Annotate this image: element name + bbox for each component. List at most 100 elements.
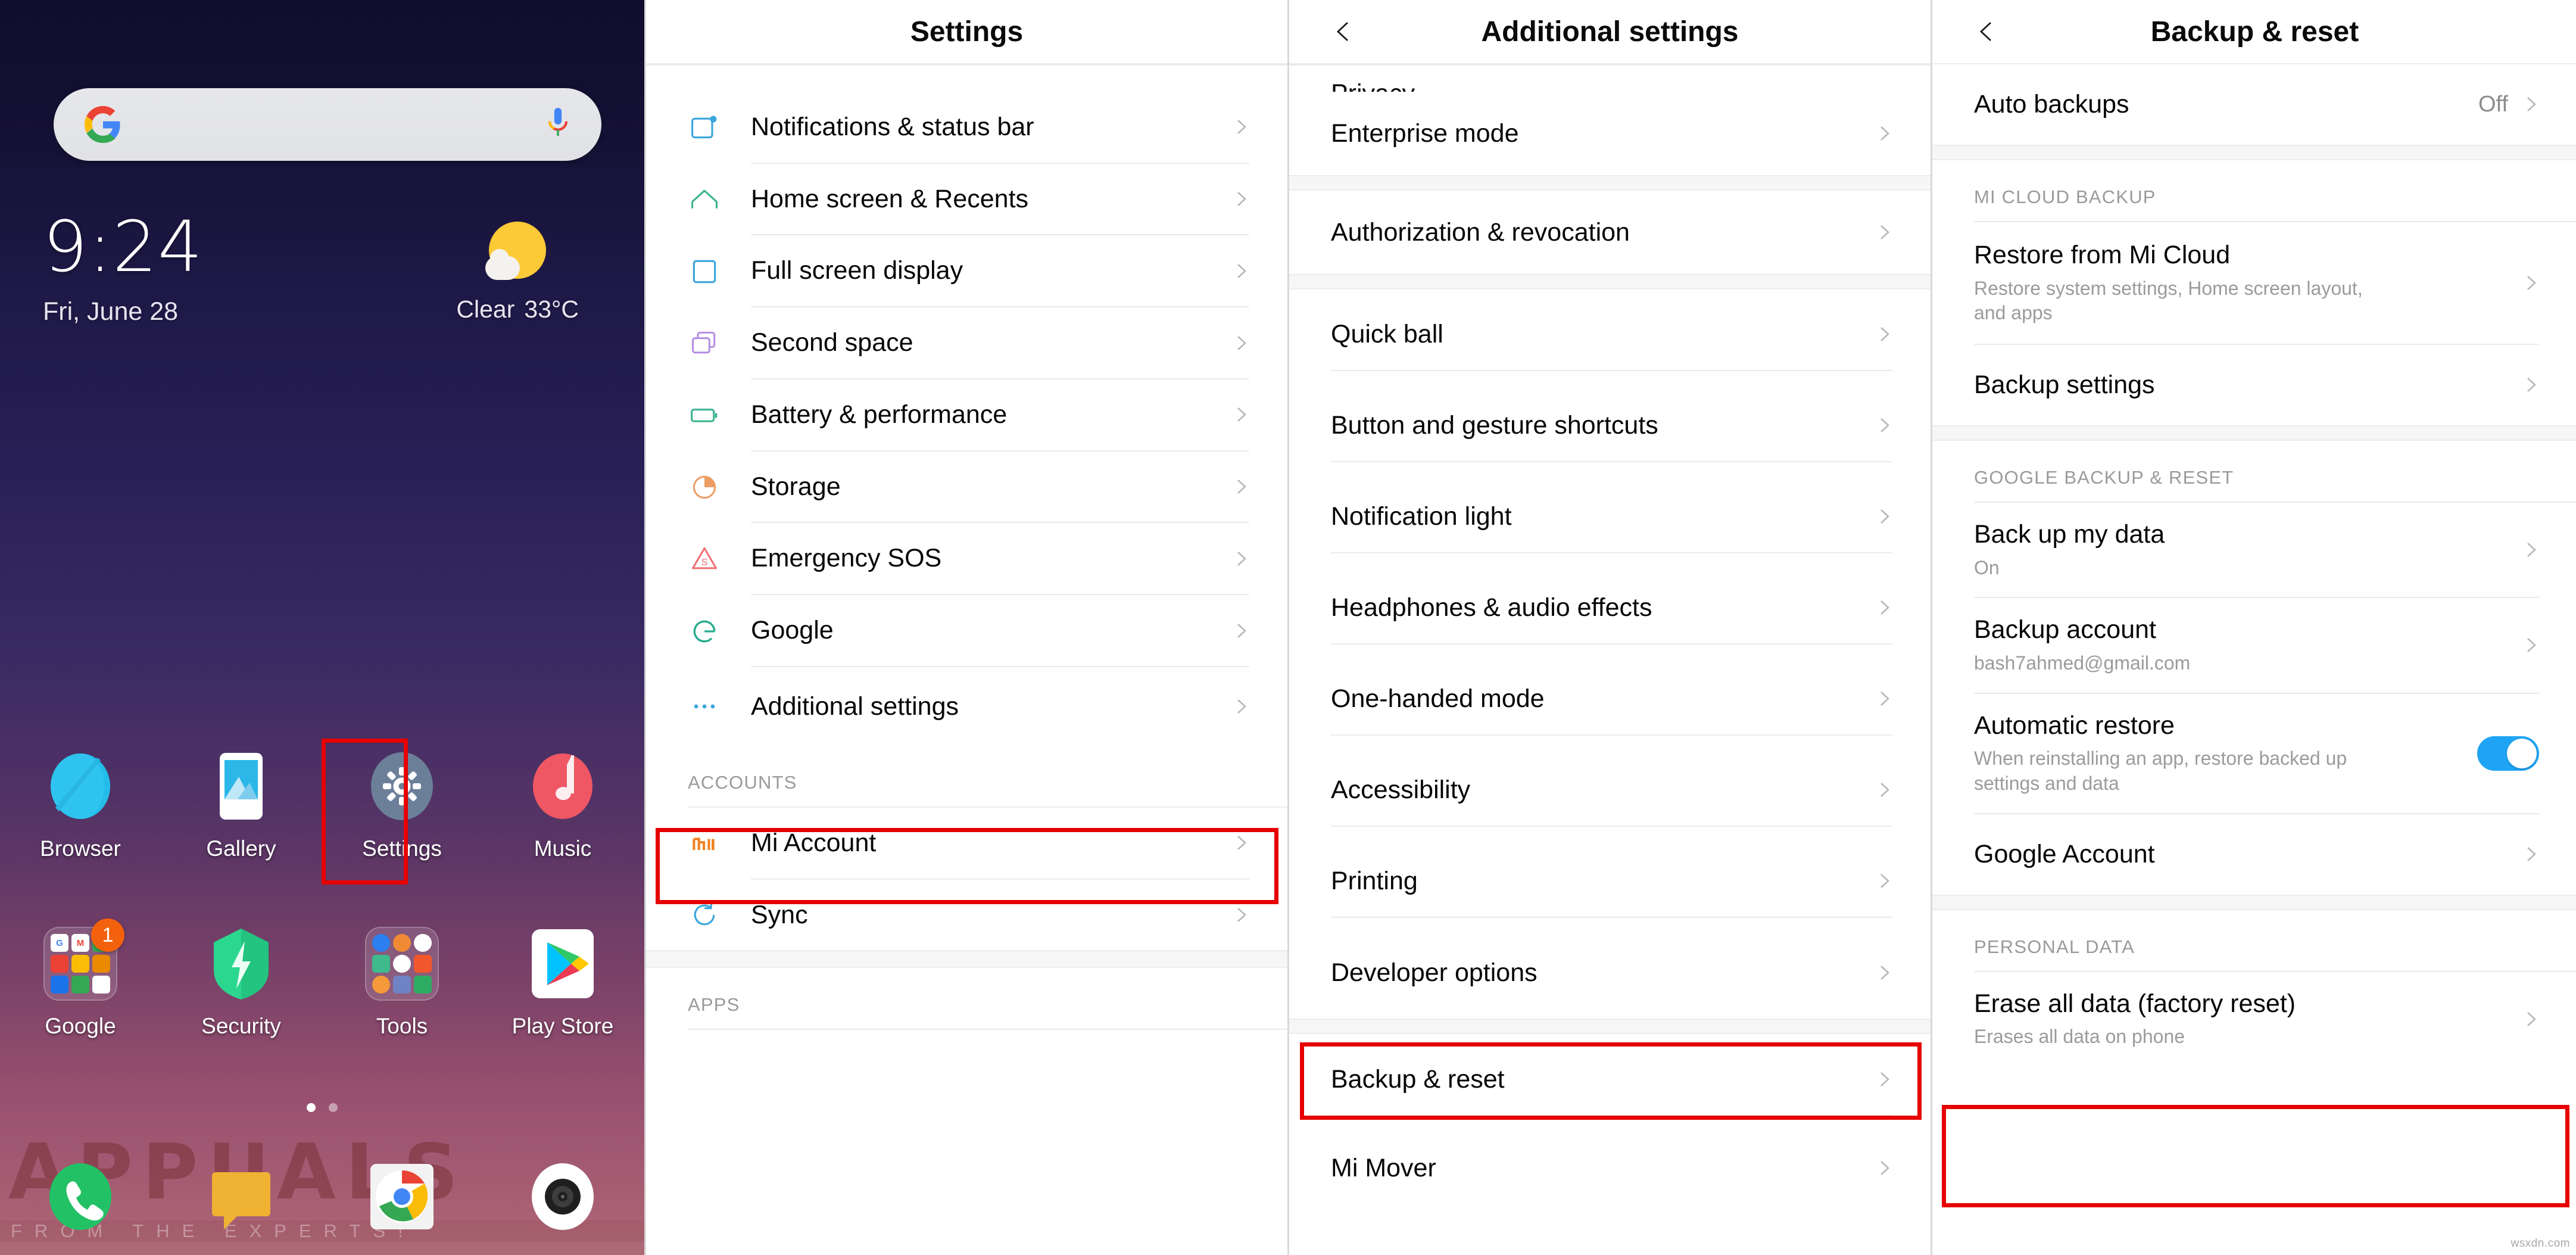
messaging-icon[interactable] xyxy=(206,1161,276,1232)
row-google-account[interactable]: Google Account xyxy=(1932,814,2576,895)
chevron-right-icon xyxy=(1237,836,1246,851)
row-quick-ball[interactable]: Quick ball xyxy=(1289,289,1931,381)
weather-condition: Clear xyxy=(456,295,515,323)
row-subtitle: bash7ahmed@gmail.com xyxy=(1974,652,2191,674)
camera-icon[interactable] xyxy=(528,1161,598,1232)
row-back-up-my-data[interactable]: Back up my data On xyxy=(1932,502,2576,599)
chrome-icon[interactable] xyxy=(367,1161,437,1232)
app-label: Browser xyxy=(40,836,121,861)
page-dot-1[interactable] xyxy=(307,1103,316,1112)
row-authorization-revocation[interactable]: Authorization & revocation xyxy=(1289,191,1931,274)
row-notification-light[interactable]: Notification light xyxy=(1289,472,1931,563)
app-browser[interactable]: Browser xyxy=(0,749,161,861)
row-label: Authorization & revocation xyxy=(1331,217,1630,247)
dock-camera[interactable] xyxy=(482,1161,643,1232)
dock-messaging[interactable] xyxy=(161,1161,322,1232)
row-label: Quick ball xyxy=(1331,320,1443,349)
chevron-right-icon xyxy=(1237,908,1246,922)
security-shield-icon[interactable] xyxy=(204,927,278,1001)
app-settings[interactable]: Settings xyxy=(322,749,482,861)
google-folder-icon[interactable]: G M 1 xyxy=(43,918,124,1001)
row-developer-options[interactable]: Developer options xyxy=(1289,927,1931,1019)
tools-folder-icon[interactable] xyxy=(365,927,439,1001)
weather-widget[interactable]: Clear 33°C xyxy=(456,222,579,323)
mi-logo-icon xyxy=(688,827,721,860)
sidebar-item-full-screen[interactable]: Full screen display xyxy=(646,235,1287,308)
chevron-right-icon xyxy=(2527,543,2536,558)
row-restore-from-mi-cloud[interactable]: Restore from Mi Cloud Restore system set… xyxy=(1932,222,2576,345)
sidebar-item-notifications[interactable]: Notifications & status bar xyxy=(646,92,1287,164)
chevron-right-icon xyxy=(1880,327,1889,342)
row-subtitle: On xyxy=(1974,556,2000,578)
chevron-right-icon xyxy=(1880,966,1889,980)
row-backup-reset[interactable]: Backup & reset xyxy=(1289,1034,1931,1126)
chevron-right-icon xyxy=(1880,1072,1889,1087)
section-divider xyxy=(1932,894,2576,910)
app-label: Settings xyxy=(362,836,442,861)
app-tools-folder[interactable]: Tools xyxy=(322,927,482,1039)
google-search-bar[interactable] xyxy=(54,88,601,161)
app-music[interactable]: Music xyxy=(482,749,643,861)
row-accessibility[interactable]: Accessibility xyxy=(1289,745,1931,836)
dock-chrome[interactable] xyxy=(322,1161,482,1232)
music-note-icon[interactable] xyxy=(526,749,600,823)
row-erase-all-data[interactable]: Erase all data (factory reset) Erases al… xyxy=(1932,971,2576,1066)
sidebar-item-additional-settings[interactable]: Additional settings xyxy=(646,667,1287,746)
section-google-backup-reset: GOOGLE BACKUP & RESET xyxy=(1932,440,2576,502)
section-divider xyxy=(1932,145,2576,160)
sidebar-item-sync[interactable]: Sync xyxy=(646,879,1287,951)
app-security[interactable]: Security xyxy=(161,927,322,1039)
section-label: MI CLOUD BACKUP xyxy=(1974,186,2156,207)
settings-list: Notifications & status bar Home screen &… xyxy=(646,64,1287,1030)
sidebar-item-storage[interactable]: Storage xyxy=(646,451,1287,524)
sidebar-item-battery[interactable]: Battery & performance xyxy=(646,379,1287,451)
sidebar-item-google[interactable]: Google xyxy=(646,595,1287,667)
play-store-icon[interactable] xyxy=(526,927,600,1001)
chevron-right-icon xyxy=(1237,551,1246,566)
row-one-handed-mode[interactable]: One-handed mode xyxy=(1289,654,1931,745)
sidebar-item-emergency-sos[interactable]: S Emergency SOS xyxy=(646,523,1287,596)
sidebar-item-label: Additional settings xyxy=(751,692,959,721)
sidebar-item-mi-account[interactable]: Mi Account xyxy=(646,807,1287,880)
row-button-gesture-shortcuts[interactable]: Button and gesture shortcuts xyxy=(1289,381,1931,472)
chevron-right-icon xyxy=(2527,1011,2536,1026)
settings-gear-icon[interactable] xyxy=(365,749,439,823)
app-gallery[interactable]: Gallery xyxy=(161,749,322,861)
gallery-icon[interactable] xyxy=(204,749,278,823)
app-label: Play Store xyxy=(512,1014,614,1038)
page-watermark: wsxdn.com xyxy=(2510,1237,2570,1250)
row-backup-settings[interactable]: Backup settings xyxy=(1932,344,2576,425)
app-google-folder[interactable]: G M 1 Google xyxy=(0,918,161,1039)
row-auto-backups[interactable]: Auto backups Off xyxy=(1932,64,2576,145)
additional-settings-list: Privacy Enterprise mode Authorization & … xyxy=(1289,64,1931,1210)
sidebar-item-label: Google xyxy=(751,616,834,645)
home-page-indicator[interactable] xyxy=(0,1103,644,1112)
chevron-left-icon[interactable] xyxy=(1333,21,1354,42)
row-mi-mover[interactable]: Mi Mover xyxy=(1289,1126,1931,1210)
microphone-icon[interactable] xyxy=(545,106,570,143)
row-headphones-audio-effects[interactable]: Headphones & audio effects xyxy=(1289,563,1931,654)
sidebar-item-second-space[interactable]: Second space xyxy=(646,307,1287,379)
row-label: Backup & reset xyxy=(1331,1065,1505,1094)
automatic-restore-toggle[interactable] xyxy=(2477,736,2539,771)
home-dock xyxy=(0,1161,644,1232)
chevron-right-icon xyxy=(1237,699,1246,714)
row-enterprise-mode[interactable]: Enterprise mode xyxy=(1289,92,1931,175)
app-play-store[interactable]: Play Store xyxy=(482,927,643,1039)
row-automatic-restore[interactable]: Automatic restore When reinstalling an a… xyxy=(1932,693,2576,814)
row-backup-account[interactable]: Backup account bash7ahmed@gmail.com xyxy=(1932,598,2576,694)
chevron-left-icon[interactable] xyxy=(1976,21,1997,42)
dock-phone[interactable] xyxy=(0,1161,161,1232)
browser-icon[interactable] xyxy=(43,749,117,823)
phone-icon[interactable] xyxy=(45,1161,116,1232)
page-title: Settings xyxy=(910,15,1024,48)
row-printing[interactable]: Printing xyxy=(1289,836,1931,927)
section-label: GOOGLE BACKUP & RESET xyxy=(1974,466,2234,488)
status-value: Off xyxy=(2478,91,2508,117)
chevron-right-icon xyxy=(1880,874,1889,889)
sidebar-item-home-screen[interactable]: Home screen & Recents xyxy=(646,163,1287,236)
clock-widget[interactable]: 9:24 Fri, June 28 xyxy=(43,211,203,326)
page-dot-2[interactable] xyxy=(329,1103,338,1112)
app-label: Tools xyxy=(376,1014,428,1038)
google-g-icon xyxy=(688,615,721,648)
